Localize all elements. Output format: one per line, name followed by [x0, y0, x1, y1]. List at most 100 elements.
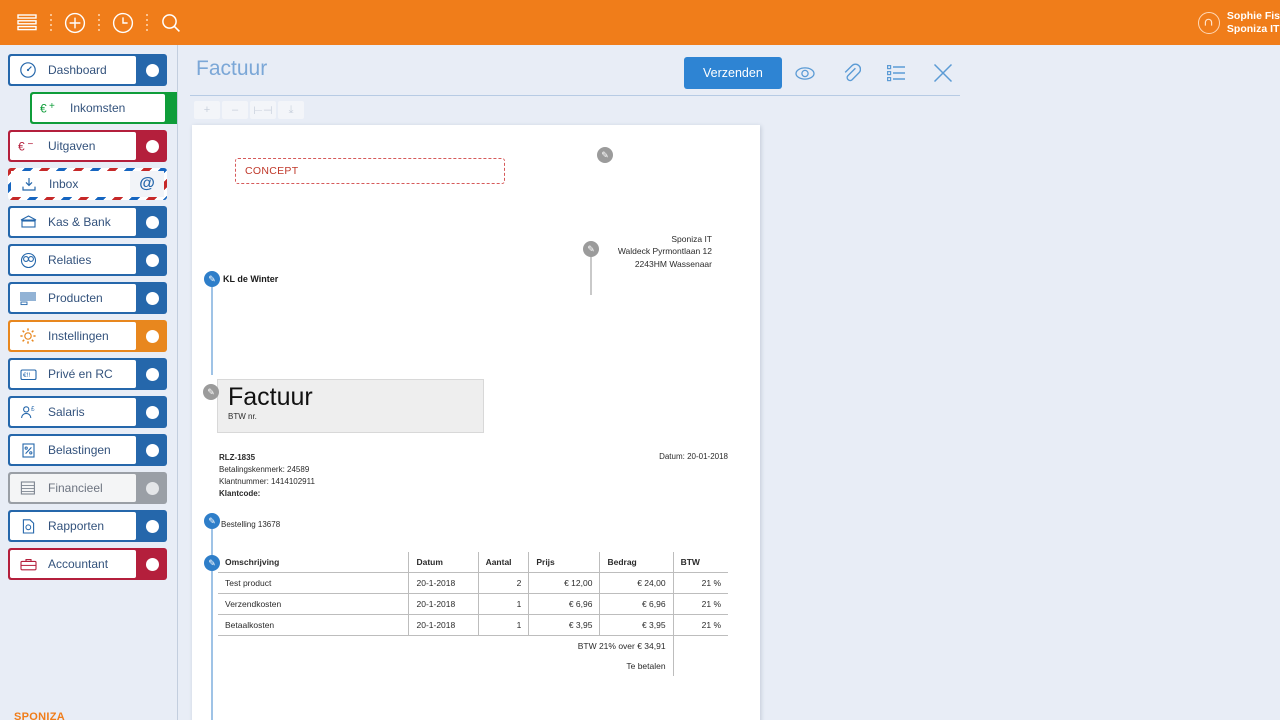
- header-actions: Verzenden: [684, 53, 966, 93]
- sidebar-item-label: Kas & Bank: [48, 215, 111, 229]
- sidebar-nav: Dashboard € + Inkomsten: [0, 45, 177, 580]
- invoice-title-block[interactable]: Factuur BTW nr.: [217, 379, 484, 433]
- sidebar-item-badge[interactable]: [139, 330, 165, 343]
- sidebar-item-salaris[interactable]: £ Salaris: [8, 396, 167, 428]
- user-info: Sophie Fis Sponiza IT: [1227, 10, 1280, 34]
- preview-eye-icon[interactable]: [782, 53, 828, 93]
- sidebar-item-badge[interactable]: [139, 482, 165, 495]
- sidebar-item-kas-en-bank[interactable]: Kas & Bank: [8, 206, 167, 238]
- sidebar-item-uitgaven[interactable]: € − Uitgaven: [8, 130, 167, 162]
- sidebar-item-inkomsten-inner: € + Inkomsten: [32, 94, 165, 122]
- sidebar-logo: SPONIZA: [14, 711, 65, 720]
- customer-number: Klantnummer: 1414102911: [219, 476, 315, 488]
- zoom-toolbar: + – ⊢⊣ ⤓: [194, 101, 760, 119]
- sidebar-item-relaties-inner: Relaties: [10, 246, 136, 274]
- cell-date: 20-1-2018: [409, 573, 478, 594]
- sidebar-item-badge[interactable]: [139, 140, 165, 153]
- company-address: Sponiza IT Waldeck Pyrmontlaan 12 2243HM…: [618, 233, 712, 270]
- sidebar-item-badge[interactable]: [139, 558, 165, 571]
- edit-pencil-icon-company[interactable]: ✎: [583, 241, 599, 257]
- sidebar-item-badge[interactable]: [139, 406, 165, 419]
- line-items-body: Test product 20-1-2018 2 € 12,00 € 24,00…: [218, 573, 728, 677]
- invoice-number: RLZ-1835: [219, 452, 315, 464]
- customer-code: Klantcode:: [219, 488, 315, 500]
- edit-pencil-icon-lines[interactable]: ✎: [204, 555, 220, 571]
- cell-vat: 21 %: [673, 594, 728, 615]
- edit-pencil-icon-order[interactable]: ✎: [204, 513, 220, 529]
- sidebar-item-rapporten[interactable]: Rapporten: [8, 510, 167, 542]
- totals-vat-label: BTW 21% over € 34,91: [218, 636, 673, 657]
- totals-payable-value: [673, 656, 728, 676]
- sidebar-item-prive-en-rc[interactable]: €!! Privé en RC: [8, 358, 167, 390]
- person-euro-icon: £: [17, 403, 39, 422]
- sidebar-item-rapporten-inner: Rapporten: [10, 512, 136, 540]
- sidebar-item-inbox[interactable]: Inbox @: [8, 168, 167, 200]
- zoom-out-icon[interactable]: –: [222, 101, 248, 119]
- sidebar-item-belastingen-inner: Belastingen: [10, 436, 136, 464]
- sidebar-item-badge[interactable]: [139, 444, 165, 457]
- invoice-page: CONCEPT ✎ ✎ Sponiza IT Waldeck Pyrmontla…: [192, 125, 760, 720]
- sidebar-item-label: Privé en RC: [48, 367, 113, 381]
- sidebar-item-label: Inkomsten: [70, 101, 125, 115]
- send-button[interactable]: Verzenden: [684, 57, 782, 89]
- close-icon[interactable]: [920, 53, 966, 93]
- sidebar-item-uitgaven-inner: € − Uitgaven: [10, 132, 136, 160]
- col-prijs: Prijs: [529, 552, 600, 573]
- col-bedrag: Bedrag: [600, 552, 673, 573]
- table-row[interactable]: Betaalkosten 20-1-2018 1 € 3,95 € 3,95 2…: [218, 615, 728, 636]
- sidebar-item-label: Uitgaven: [48, 139, 95, 153]
- sidebar-item-producten[interactable]: Producten: [8, 282, 167, 314]
- sidebar-item-badge[interactable]: [139, 254, 165, 267]
- sidebar-item-badge[interactable]: [139, 368, 165, 381]
- toolbar-separator-dots-1: [44, 6, 58, 40]
- sidebar-item-label: Salaris: [48, 405, 85, 419]
- fit-width-icon[interactable]: ⊢⊣: [250, 101, 276, 119]
- add-icon[interactable]: [58, 6, 92, 40]
- cell-price: € 12,00: [529, 573, 600, 594]
- edit-pencil-icon-header[interactable]: ✎: [597, 147, 613, 163]
- toolbar-separator-dots-3: [140, 6, 154, 40]
- tax-doc-icon: [17, 441, 39, 460]
- document-preview: + – ⊢⊣ ⤓ CONCEPT ✎ ✎ Sponiza IT Waldeck …: [192, 101, 760, 720]
- user-account[interactable]: Sophie Fis Sponiza IT: [1198, 0, 1280, 45]
- sidebar-item-label: Rapporten: [48, 519, 104, 533]
- svg-text:£: £: [31, 405, 35, 412]
- attachment-icon[interactable]: [828, 53, 874, 93]
- table-row[interactable]: Verzendkosten 20-1-2018 1 € 6,96 € 6,96 …: [218, 594, 728, 615]
- table-row[interactable]: Test product 20-1-2018 2 € 12,00 € 24,00…: [218, 573, 728, 594]
- sidebar-item-badge[interactable]: [139, 64, 165, 77]
- fit-height-icon[interactable]: ⤓: [278, 101, 304, 119]
- sidebar-inbox-email-badge[interactable]: @: [130, 171, 164, 197]
- report-icon: [17, 517, 39, 536]
- cell-description: Betaalkosten: [218, 615, 409, 636]
- invoice-vat-label: BTW nr.: [228, 412, 483, 421]
- zoom-in-icon[interactable]: +: [194, 101, 220, 119]
- sidebar-item-financieel[interactable]: Financieel: [8, 472, 167, 504]
- sidebar-item-label: Relaties: [48, 253, 91, 267]
- sidebar-item-instellingen[interactable]: Instellingen: [8, 320, 167, 352]
- menu-icon[interactable]: [10, 6, 44, 40]
- sidebar-item-badge[interactable]: [139, 292, 165, 305]
- briefcase-icon: [17, 555, 39, 574]
- sidebar-item-relaties[interactable]: Relaties: [8, 244, 167, 276]
- edit-pencil-icon-title[interactable]: ✎: [203, 384, 219, 400]
- sidebar-item-badge[interactable]: [139, 520, 165, 533]
- totals-row-payable: Te betalen: [218, 656, 728, 676]
- sidebar-item-dashboard[interactable]: Dashboard: [8, 54, 167, 86]
- col-omschrijving: Omschrijving: [218, 552, 409, 573]
- sidebar-item-label: Accountant: [48, 557, 108, 571]
- sidebar-item-producten-inner: Producten: [10, 284, 136, 312]
- sidebar-item-accountant[interactable]: Accountant: [8, 548, 167, 580]
- list-icon[interactable]: [874, 53, 920, 93]
- cell-date: 20-1-2018: [409, 594, 478, 615]
- barcode-icon: [17, 289, 39, 308]
- sidebar-item-badge[interactable]: [139, 216, 165, 229]
- cell-vat: 21 %: [673, 615, 728, 636]
- inbox-icon: [18, 175, 40, 194]
- search-icon[interactable]: [154, 6, 188, 40]
- history-icon[interactable]: [106, 6, 140, 40]
- top-toolbar-icons: [0, 6, 188, 40]
- sidebar-item-inkomsten[interactable]: € + Inkomsten: [30, 92, 177, 124]
- edit-pencil-icon-recipient[interactable]: ✎: [204, 271, 220, 287]
- sidebar-item-belastingen[interactable]: Belastingen: [8, 434, 167, 466]
